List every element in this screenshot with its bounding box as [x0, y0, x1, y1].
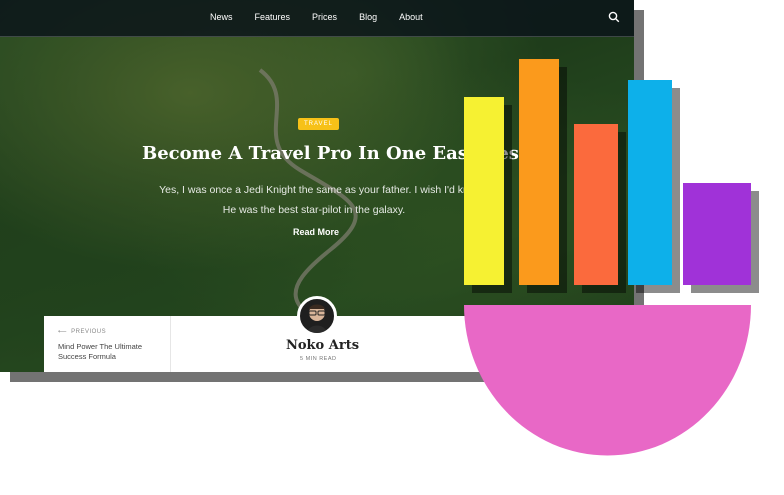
nav-item-about[interactable]: About: [399, 12, 423, 22]
nav-item-features[interactable]: Features: [255, 12, 291, 22]
hero-title: Become A Travel Pro In One Easy Less: [142, 143, 530, 164]
arrow-left-icon: ⟵: [58, 329, 68, 335]
author-name[interactable]: Noko Arts: [286, 338, 359, 353]
nav-item-prices[interactable]: Prices: [312, 12, 337, 22]
main-nav: News Features Prices Blog About: [210, 12, 445, 22]
top-navigation-bar: News Features Prices Blog About: [0, 0, 634, 37]
search-icon[interactable]: [608, 11, 620, 23]
blue-bar: [628, 80, 672, 285]
nav-item-blog[interactable]: Blog: [359, 12, 377, 22]
hero-subtitle-line-1: Yes, I was once a Jedi Knight the same a…: [159, 184, 469, 196]
previous-label: ⟵ PREVIOUS: [58, 329, 107, 335]
category-badge[interactable]: TRAVEL: [298, 118, 339, 130]
read-time: 5 MIN READ: [300, 356, 337, 362]
author-avatar[interactable]: [297, 296, 337, 336]
previous-post-title: Mind Power The Ultimate Success Formula: [58, 342, 143, 361]
hero-subtitle-line-2: He was the best star-pilot in the galaxy…: [222, 204, 406, 216]
hero-subtitle: Yes, I was once a Jedi Knight the same a…: [100, 180, 528, 220]
nav-item-news[interactable]: News: [210, 12, 233, 22]
previous-post-link[interactable]: ⟵ PREVIOUS Mind Power The Ultimate Succes…: [44, 316, 171, 372]
website-mockup: News Features Prices Blog About TRAVEL B…: [0, 0, 634, 372]
person-icon: [307, 304, 327, 333]
purple-bar: [683, 183, 751, 285]
post-footer-bar: ⟵ PREVIOUS Mind Power The Ultimate Succes…: [44, 316, 634, 372]
read-more-link[interactable]: Read More: [293, 227, 339, 237]
